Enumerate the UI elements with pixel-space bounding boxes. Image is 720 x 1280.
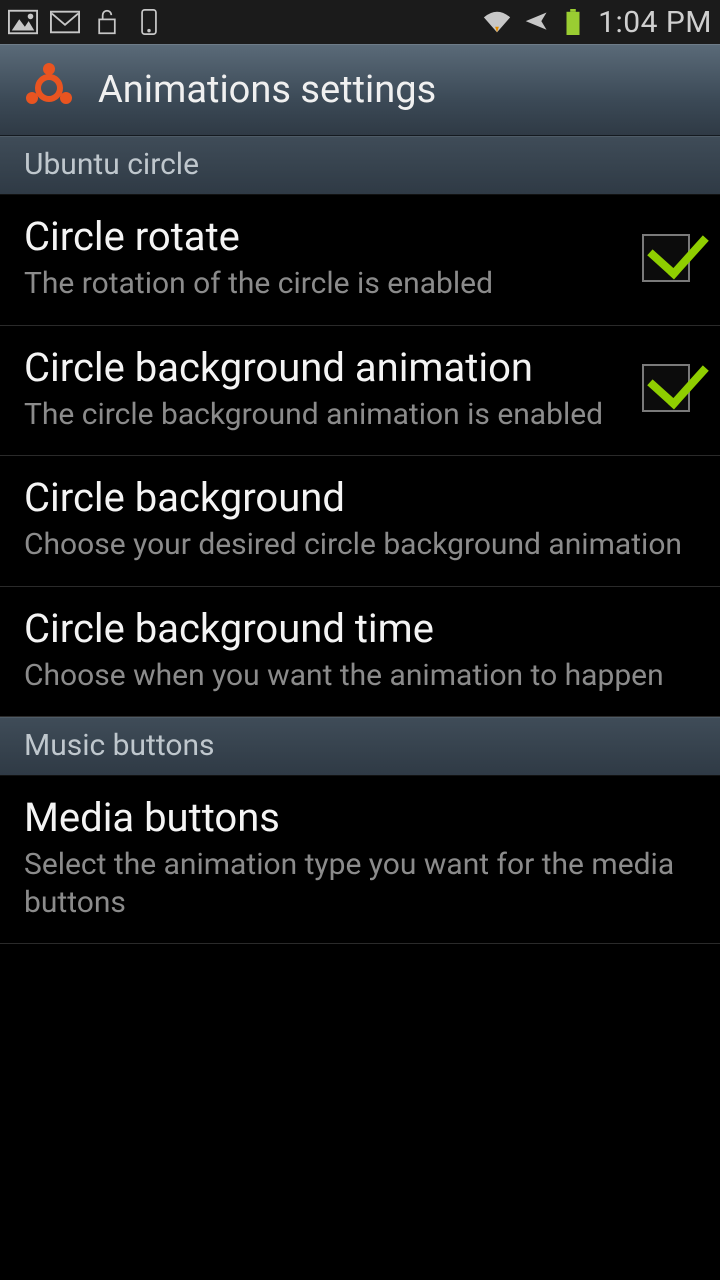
phone-icon (134, 9, 164, 35)
battery-icon (562, 9, 584, 35)
page-title: Animations settings (98, 68, 436, 112)
pref-circle-background[interactable]: Circle background Choose your desired ci… (0, 456, 720, 587)
section-header-music-buttons: Music buttons (0, 717, 720, 776)
picture-icon (8, 9, 38, 35)
pref-summary: Select the animation type you want for t… (24, 846, 696, 921)
pref-title: Circle background time (24, 605, 696, 653)
pref-circle-bg-animation[interactable]: Circle background animation The circle b… (0, 326, 720, 457)
checkbox-circle-rotate[interactable] (642, 234, 690, 282)
pref-summary: Choose when you want the animation to ha… (24, 657, 696, 695)
action-bar: Animations settings (0, 44, 720, 136)
lock-open-icon (92, 9, 122, 35)
pref-media-buttons[interactable]: Media buttons Select the animation type … (0, 776, 720, 944)
pref-summary: The circle background animation is enabl… (24, 396, 626, 434)
section-header-ubuntu-circle: Ubuntu circle (0, 136, 720, 195)
pref-circle-rotate[interactable]: Circle rotate The rotation of the circle… (0, 195, 720, 326)
ubuntu-logo-icon (22, 61, 76, 119)
status-bar: 1:04 PM (0, 0, 720, 44)
airplane-icon (522, 9, 552, 35)
checkbox-circle-bg-animation[interactable] (642, 364, 690, 412)
gmail-icon (50, 9, 80, 35)
pref-circle-background-time[interactable]: Circle background time Choose when you w… (0, 587, 720, 718)
pref-title: Circle rotate (24, 213, 626, 261)
pref-title: Media buttons (24, 794, 696, 842)
pref-title: Circle background (24, 474, 696, 522)
status-clock: 1:04 PM (594, 5, 712, 40)
pref-title: Circle background animation (24, 344, 626, 392)
wifi-icon (482, 9, 512, 35)
pref-summary: The rotation of the circle is enabled (24, 265, 626, 303)
pref-summary: Choose your desired circle background an… (24, 526, 696, 564)
